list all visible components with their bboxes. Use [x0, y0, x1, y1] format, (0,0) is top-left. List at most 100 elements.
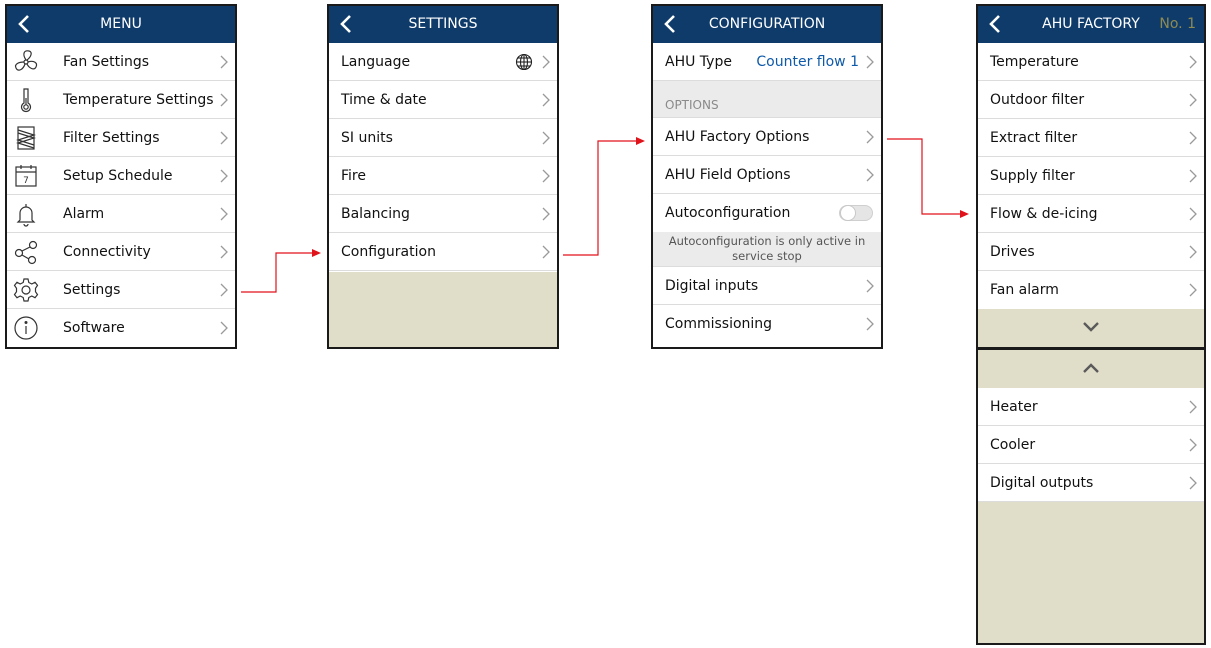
ahu-item-cooler[interactable]: Cooler	[978, 426, 1204, 464]
ahu-item-heater[interactable]: Heater	[978, 388, 1204, 426]
gear-icon	[13, 278, 39, 302]
menu-title: MENU	[100, 16, 142, 32]
menu-item-fan-settings[interactable]: Fan Settings	[7, 43, 235, 81]
arrowhead-icon	[636, 137, 645, 145]
calendar-day-text: 7	[23, 176, 29, 186]
settings-item-label: Fire	[341, 168, 366, 184]
ahu-factory-screen: AHU FACTORY No. 1 Temperature Outdoor fi…	[976, 4, 1206, 349]
chevron-right-icon	[866, 130, 874, 144]
configuration-screen: CONFIGURATION AHU Type Counter flow 1 OP…	[651, 4, 883, 349]
ahu-item-fan-alarm[interactable]: Fan alarm	[978, 271, 1204, 309]
connector-factory-options-to-ahu-factory	[887, 138, 964, 215]
ahu-item-label: Extract filter	[990, 130, 1078, 146]
settings-header: SETTINGS	[329, 6, 557, 43]
chevron-right-icon	[1189, 438, 1197, 452]
chevron-right-icon	[220, 169, 228, 183]
chevron-right-icon	[220, 131, 228, 145]
toggle-knob	[840, 205, 856, 221]
settings-item-balancing[interactable]: Balancing	[329, 195, 557, 233]
fan-icon	[14, 50, 38, 71]
option-label: Commissioning	[665, 316, 773, 332]
empty-area	[329, 272, 557, 347]
settings-item-label: Time & date	[341, 92, 427, 108]
ahu-item-label: Heater	[990, 399, 1038, 415]
configuration-title: CONFIGURATION	[708, 16, 826, 32]
ahu-type-value: Counter flow 1	[756, 54, 859, 70]
ahu-item-extract-filter[interactable]: Extract filter	[978, 119, 1204, 157]
chevron-right-icon	[220, 283, 228, 297]
option-label: AHU Factory Options	[665, 129, 810, 145]
ahu-factory-page2-screen: Heater Cooler Digital outputs	[976, 348, 1206, 645]
calendar-icon: 7	[15, 165, 37, 187]
chevron-right-icon	[220, 245, 228, 259]
ahu-item-label: Supply filter	[990, 168, 1075, 184]
chevron-right-icon	[542, 131, 550, 145]
menu-item-filter-settings[interactable]: Filter Settings	[7, 119, 235, 157]
commissioning-row[interactable]: Commissioning	[653, 305, 881, 343]
menu-item-setup-schedule[interactable]: 7 Setup Schedule	[7, 157, 235, 195]
menu-item-label: Settings	[63, 282, 121, 298]
settings-item-si-units[interactable]: SI units	[329, 119, 557, 157]
chevron-up-icon	[1083, 363, 1099, 373]
menu-screen: MENU Fan Settings Temperature Settings F…	[5, 4, 237, 349]
settings-screen: SETTINGS Language Time & date SI units F…	[327, 4, 559, 349]
settings-item-time-date[interactable]: Time & date	[329, 81, 557, 119]
menu-item-label: Software	[63, 320, 125, 336]
chevron-right-icon	[1189, 131, 1197, 145]
scroll-up-button[interactable]	[978, 350, 1204, 388]
ahu-factory-options-row[interactable]: AHU Factory Options	[653, 118, 881, 156]
ahu-item-outdoor-filter[interactable]: Outdoor filter	[978, 81, 1204, 119]
digital-inputs-row[interactable]: Digital inputs	[653, 267, 881, 305]
ahu-item-digital-outputs[interactable]: Digital outputs	[978, 464, 1204, 502]
menu-item-alarm[interactable]: Alarm	[7, 195, 235, 233]
chevron-right-icon	[542, 93, 550, 107]
autoconfiguration-note: Autoconfiguration is only active in serv…	[653, 232, 881, 267]
ahu-item-supply-filter[interactable]: Supply filter	[978, 157, 1204, 195]
menu-item-temperature-settings[interactable]: Temperature Settings	[7, 81, 235, 119]
autoconfiguration-toggle[interactable]	[839, 205, 873, 221]
thermometer-icon	[20, 88, 32, 113]
settings-item-language[interactable]: Language	[329, 43, 557, 81]
chevron-right-icon	[866, 168, 874, 182]
ahu-item-flow-de-icing[interactable]: Flow & de-icing	[978, 195, 1204, 233]
chevron-right-icon	[1189, 245, 1197, 259]
settings-item-label: Balancing	[341, 206, 410, 222]
chevron-down-icon	[1083, 322, 1099, 332]
option-label: Digital inputs	[665, 278, 759, 294]
scroll-down-button[interactable]	[978, 309, 1204, 347]
menu-item-label: Filter Settings	[63, 130, 160, 146]
ahu-field-options-row[interactable]: AHU Field Options	[653, 156, 881, 194]
ahu-item-label: Cooler	[990, 437, 1036, 453]
chevron-right-icon	[1189, 207, 1197, 221]
ahu-item-drives[interactable]: Drives	[978, 233, 1204, 271]
ahu-item-label: Flow & de-icing	[990, 206, 1098, 222]
ahu-type-row[interactable]: AHU Type Counter flow 1	[653, 43, 881, 81]
info-icon	[14, 316, 38, 340]
menu-item-settings[interactable]: Settings	[7, 271, 235, 309]
chevron-right-icon	[866, 279, 874, 293]
chevron-right-icon	[1189, 283, 1197, 297]
menu-item-connectivity[interactable]: Connectivity	[7, 233, 235, 271]
connector-configuration-to-configuration-screen	[563, 140, 640, 256]
chevron-right-icon	[542, 169, 550, 183]
settings-item-configuration[interactable]: Configuration	[329, 233, 557, 271]
menu-item-software[interactable]: Software	[7, 309, 235, 347]
connector-settings-to-settings-screen	[241, 252, 316, 293]
settings-item-fire[interactable]: Fire	[329, 157, 557, 195]
ahu-item-label: Fan alarm	[990, 282, 1059, 298]
chevron-right-icon	[220, 321, 228, 335]
ahu-item-temperature[interactable]: Temperature	[978, 43, 1204, 81]
note-line: Autoconfiguration is only active in	[668, 234, 866, 248]
settings-item-label: SI units	[341, 130, 393, 146]
chevron-right-icon	[220, 93, 228, 107]
chevron-right-icon	[866, 55, 874, 69]
chevron-right-icon	[542, 55, 550, 69]
chevron-right-icon	[1189, 476, 1197, 490]
options-section-header: OPTIONS	[653, 81, 881, 118]
chevron-right-icon	[220, 55, 228, 69]
settings-item-label: Language	[341, 54, 411, 70]
menu-item-label: Temperature Settings	[63, 92, 214, 108]
menu-header: MENU	[7, 6, 235, 43]
ahu-item-label: Drives	[990, 244, 1035, 260]
globe-icon	[515, 53, 533, 71]
